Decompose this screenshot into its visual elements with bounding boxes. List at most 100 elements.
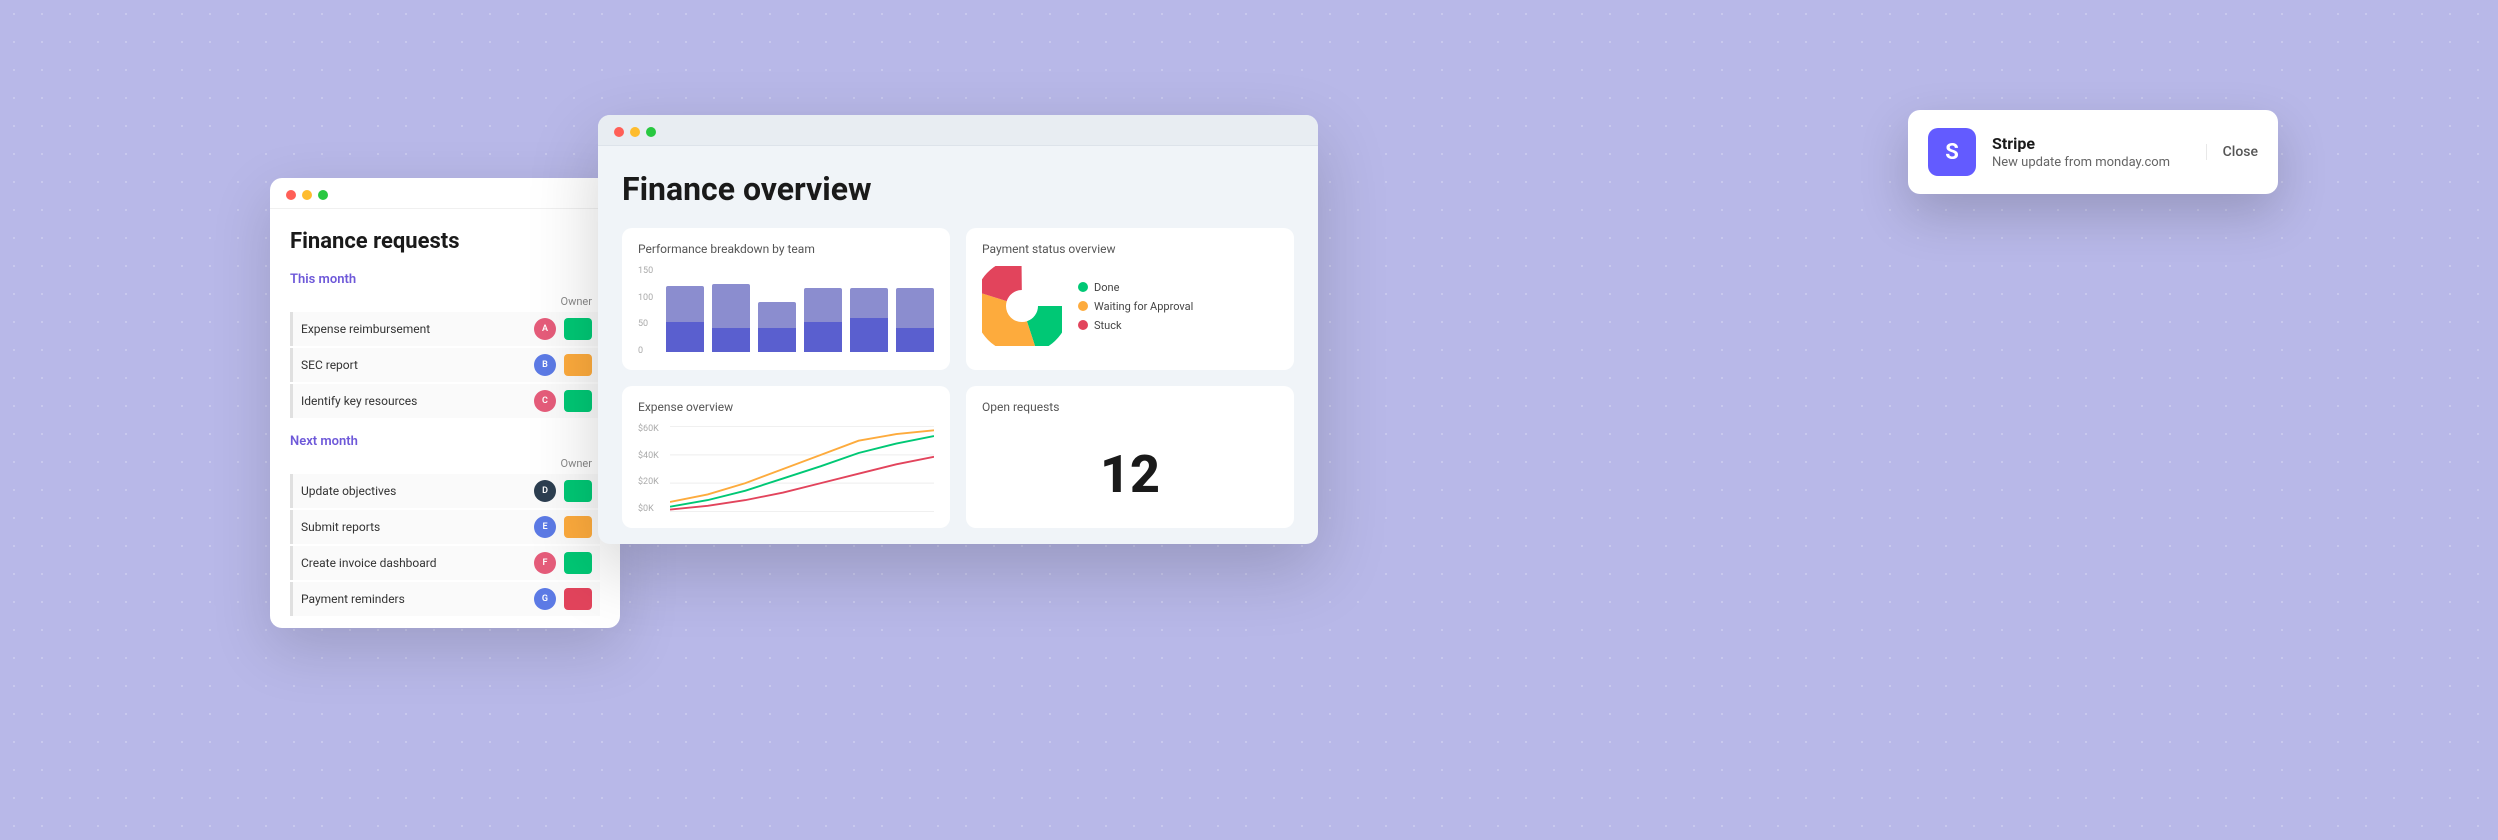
stripe-notification: S Stripe New update from monday.com Clos… [1908,110,2278,194]
item-name: Update objectives [301,484,534,498]
requests-title: Finance requests [290,229,600,254]
line-chart-svg [670,424,934,514]
status-pill [564,318,592,340]
list-item[interactable]: SEC report B [290,348,600,382]
status-pill [564,480,592,502]
bar-top [896,288,934,328]
bar-top [666,286,704,322]
item-name: Payment reminders [301,592,534,606]
item-name: Expense reimbursement [301,322,534,336]
titlebar-requests [270,178,620,209]
close-button[interactable]: Close [2206,144,2258,160]
legend-waiting: Waiting for Approval [1078,300,1193,313]
bar-bottom [804,322,842,352]
open-requests-value: 12 [982,424,1278,505]
this-month-label: This month [290,272,600,287]
close-dot[interactable] [286,190,296,200]
status-pill [564,354,592,376]
status-pill [564,552,592,574]
list-item[interactable]: Update objectives D [290,474,600,508]
item-name: SEC report [301,358,534,372]
avatar-group: A [534,318,556,340]
stripe-text-content: Stripe New update from monday.com [1992,134,2190,170]
avatar: F [534,552,556,574]
bar-top [850,288,888,318]
bar-group [804,288,842,352]
pie-container: Done Waiting for Approval Stuck [982,266,1278,346]
bar-group [850,288,888,352]
legend-stuck: Stuck [1078,319,1193,332]
avatar: D [534,480,556,502]
avatar-group: E [534,516,556,538]
bar-bottom [850,318,888,352]
pie-chart [982,266,1062,346]
owner-header-2: Owner [290,457,600,470]
avatar-group: G [534,588,556,610]
status-pill [564,588,592,610]
avatar: C [534,390,556,412]
stripe-logo: S [1928,128,1976,176]
bar-bottom [666,322,704,352]
avatar: G [534,588,556,610]
payment-status-card: Payment status overview Done [966,228,1294,370]
bar-bottom [758,328,796,352]
avatar: A [534,318,556,340]
minimize-dot[interactable] [302,190,312,200]
overview-title: Finance overview [622,170,1294,208]
open-requests-card: Open requests 12 [966,386,1294,528]
expense-overview-title: Expense overview [638,400,934,414]
legend-label-stuck: Stuck [1094,319,1122,332]
performance-chart-card: Performance breakdown by team 150 100 50… [622,228,950,370]
list-item[interactable]: Submit reports E [290,510,600,544]
stripe-name: Stripe [1992,134,2190,153]
maximize-dot[interactable] [318,190,328,200]
list-item[interactable]: Identify key resources C [290,384,600,418]
legend-dot-stuck [1078,320,1088,330]
bar-group [758,302,796,352]
list-item[interactable]: Payment reminders G [290,582,600,616]
line-y-axis: $60K $40K $20K $0K [638,424,659,514]
maximize-dot-overview[interactable] [646,127,656,137]
avatar: E [534,516,556,538]
list-item[interactable]: Create invoice dashboard F [290,546,600,580]
performance-chart-title: Performance breakdown by team [638,242,934,256]
expense-overview-card: Expense overview $60K $40K $20K $0K [622,386,950,528]
bar-top [804,288,842,322]
status-pill [564,390,592,412]
legend-done: Done [1078,281,1193,294]
bar-top [758,302,796,328]
bar-chart-bars [666,266,934,356]
avatar-group: C [534,390,556,412]
finance-overview-window: Finance overview Performance breakdown b… [598,115,1318,544]
overview-body: Finance overview Performance breakdown b… [598,146,1318,544]
window-controls-overview [614,127,1302,137]
minimize-dot-overview[interactable] [630,127,640,137]
avatar-group: B [534,354,556,376]
finance-requests-window: Finance requests This month Owner Expens… [270,178,620,628]
item-name: Identify key resources [301,394,534,408]
legend-dot-waiting [1078,301,1088,311]
avatar-group: D [534,480,556,502]
next-month-label: Next month [290,434,600,449]
bar-group [896,288,934,352]
item-name: Submit reports [301,520,534,534]
line-green [670,436,934,507]
item-name: Create invoice dashboard [301,556,534,570]
stripe-subtitle: New update from monday.com [1992,155,2190,170]
bar-y-axis: 150 100 50 0 [638,266,653,356]
bar-bottom [712,328,750,352]
avatar: B [534,354,556,376]
list-item[interactable]: Expense reimbursement A [290,312,600,346]
close-dot-overview[interactable] [614,127,624,137]
bar-top [712,284,750,328]
requests-content: Finance requests This month Owner Expens… [270,209,620,628]
charts-grid: Performance breakdown by team 150 100 50… [622,228,1294,528]
titlebar-overview [598,115,1318,146]
legend-dot-done [1078,282,1088,292]
avatar-group: F [534,552,556,574]
owner-header-1: Owner [290,295,600,308]
bar-bottom [896,328,934,352]
bar-group [712,284,750,352]
pie-legend: Done Waiting for Approval Stuck [1078,281,1193,332]
line-orange [670,430,934,502]
